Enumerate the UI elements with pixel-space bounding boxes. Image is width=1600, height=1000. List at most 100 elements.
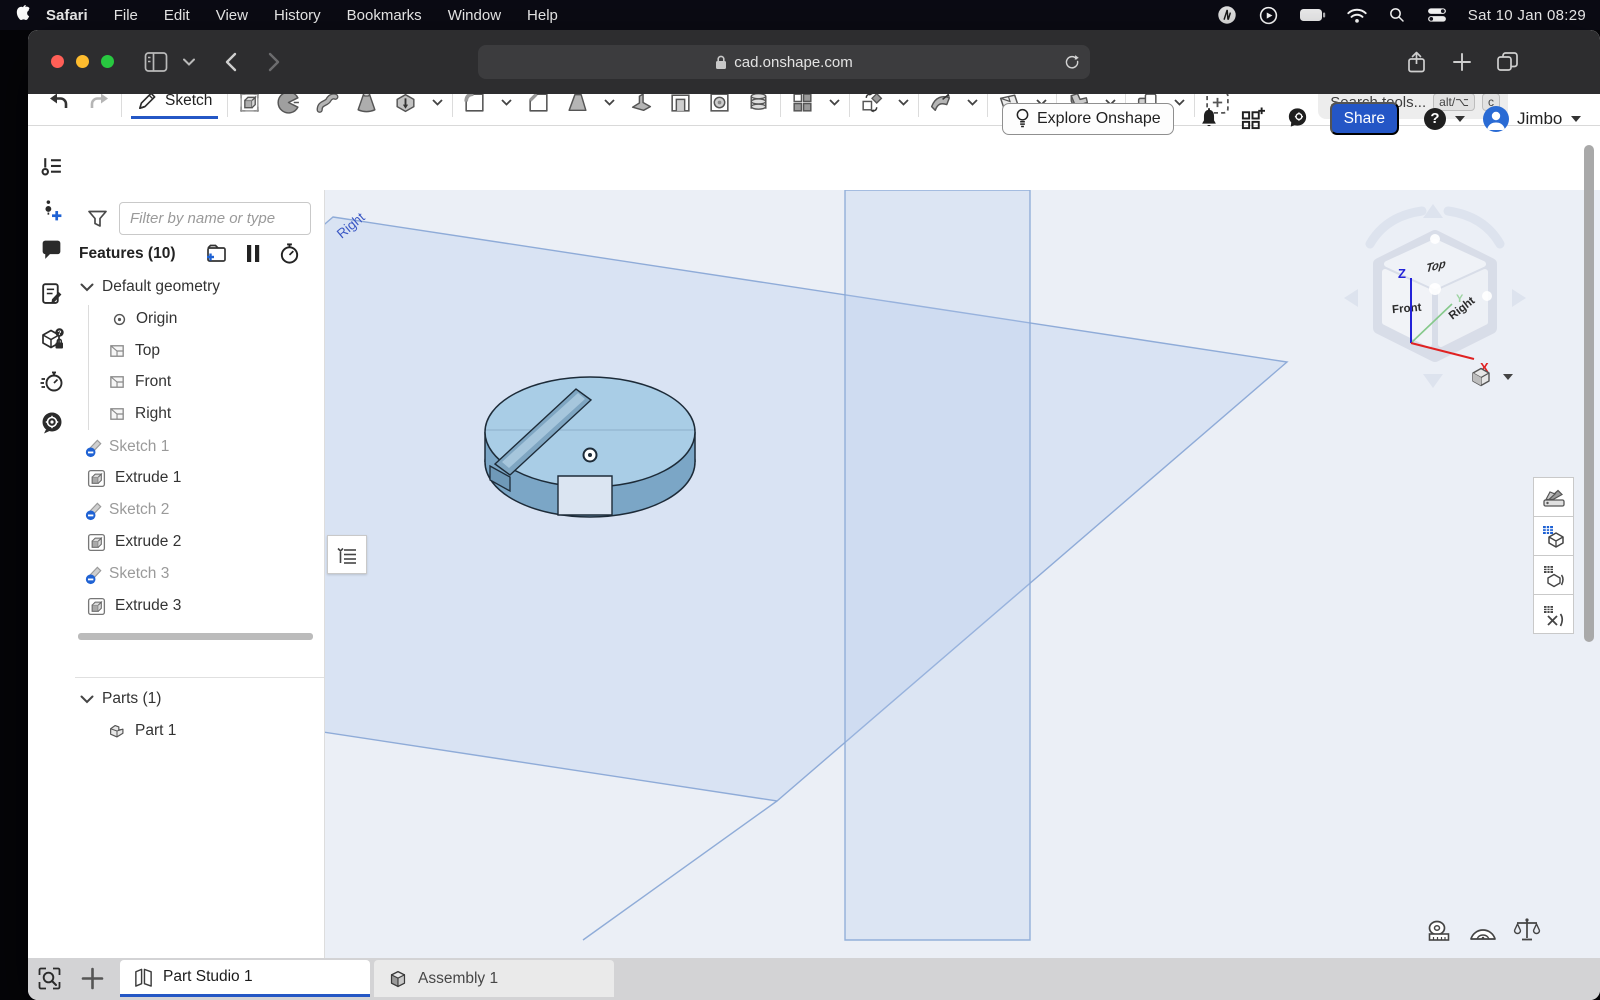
battery-icon[interactable] [1299, 8, 1326, 22]
menubar-item-window[interactable]: Window [448, 7, 501, 24]
tree-item-origin[interactable]: Origin [75, 303, 318, 335]
tree-item-extrude-2[interactable]: Extrude 2 [75, 526, 318, 558]
add-folder-icon[interactable] [203, 243, 228, 265]
chevron-down-icon[interactable] [80, 695, 94, 704]
draft-dropdown-chevron-icon[interactable] [604, 99, 615, 106]
menubar-item-view[interactable]: View [216, 7, 248, 24]
wifi-icon[interactable] [1346, 7, 1368, 24]
menubar-item-bookmarks[interactable]: Bookmarks [347, 7, 422, 24]
address-bar[interactable]: cad.onshape.com [478, 45, 1090, 79]
tree-item-top-plane[interactable]: Top [75, 335, 318, 367]
learning-center-icon[interactable] [1285, 106, 1310, 131]
notes-icon[interactable] [39, 281, 64, 306]
help-caret-icon[interactable] [1455, 116, 1465, 122]
tab-part-studio-1[interactable]: Part Studio 1 [120, 960, 370, 997]
pattern-dropdown-chevron-icon[interactable] [829, 99, 840, 106]
filter-input[interactable] [119, 202, 311, 235]
reload-icon[interactable] [1064, 53, 1080, 70]
tree-item-sketch-2[interactable]: Sketch 2 [75, 494, 318, 526]
appearance-panel-button[interactable] [1533, 477, 1574, 517]
spotlight-search-icon[interactable] [1388, 6, 1406, 24]
permissions-cube-icon[interactable]: ? [39, 326, 65, 352]
tree-item-sketch-3[interactable]: Sketch 3 [75, 558, 318, 590]
view-options-caret-icon[interactable] [1503, 374, 1513, 380]
menubar-clock[interactable]: Sat 10 Jan 08:29 [1468, 7, 1586, 24]
menubar-item-edit[interactable]: Edit [164, 7, 190, 24]
tree-item-extrude-3[interactable]: Extrude 3 [75, 590, 318, 622]
tree-item-part-1[interactable]: Part 1 [75, 715, 318, 747]
menubar-item-file[interactable]: File [114, 7, 138, 24]
view-options-button[interactable] [1468, 364, 1513, 390]
variables-panel-button[interactable] [1533, 594, 1574, 634]
viewport-3d[interactable]: Right Y Top [325, 190, 1600, 958]
new-tab-icon[interactable] [1452, 52, 1472, 72]
comments-icon[interactable] [39, 238, 64, 263]
boss-dropdown-chevron-icon[interactable] [432, 99, 443, 106]
zoom-window-button[interactable] [101, 55, 114, 68]
viewcube-arrow-down[interactable] [1423, 374, 1443, 388]
transform-dropdown-chevron-icon[interactable] [898, 99, 909, 106]
user-caret-icon[interactable] [1571, 116, 1581, 122]
explore-onshape-button[interactable]: Explore Onshape [1002, 103, 1174, 135]
performance-stopwatch-icon[interactable] [39, 368, 65, 394]
parts-section-header[interactable]: Parts (1) [75, 683, 318, 715]
viewcube-arrow-right[interactable] [1512, 289, 1526, 307]
tree-item-front-plane[interactable]: Front [75, 366, 318, 398]
fillet-dropdown-chevron-icon[interactable] [501, 99, 512, 106]
mass-properties-scale-icon[interactable] [1513, 916, 1541, 944]
sidebar-chevron-icon[interactable] [183, 58, 195, 66]
page-scrollbar-thumb[interactable] [1584, 145, 1594, 642]
tree-node-default-geometry[interactable]: Default geometry [75, 271, 318, 303]
surface-dropdown-chevron-icon[interactable] [967, 99, 978, 106]
notifications-bell-icon[interactable] [1198, 107, 1220, 131]
minimize-window-button[interactable] [76, 55, 89, 68]
versions-panel-icon[interactable] [39, 198, 64, 223]
protractor-icon[interactable] [1468, 917, 1498, 944]
forward-button[interactable] [268, 52, 281, 72]
tab-assembly-1[interactable]: Assembly 1 [374, 960, 614, 997]
share-page-icon[interactable] [1406, 51, 1427, 74]
right-plane[interactable] [325, 217, 1287, 801]
menubar-item-safari[interactable]: Safari [46, 7, 88, 24]
control-center-icon[interactable] [1426, 7, 1448, 23]
origin-marker[interactable] [584, 449, 597, 462]
help-icon[interactable]: ? [1423, 107, 1447, 131]
learning-gear-icon[interactable] [39, 410, 65, 436]
configured-features-panel-button[interactable] [1533, 555, 1574, 595]
rollback-stopwatch-icon[interactable] [278, 242, 301, 265]
menubar-item-history[interactable]: History [274, 7, 321, 24]
new-tab-plus-icon[interactable] [80, 966, 105, 991]
feature-panel-toggle-button[interactable] [327, 535, 367, 574]
close-window-button[interactable] [51, 55, 64, 68]
play-status-icon[interactable] [1258, 5, 1279, 26]
part-body[interactable] [485, 377, 695, 517]
tree-item-extrude-1[interactable]: Extrude 1 [75, 462, 318, 494]
user-avatar[interactable] [1483, 106, 1509, 132]
measure-tape-icon[interactable] [1425, 918, 1453, 944]
viewcube-rotate-cw-arrow[interactable] [1448, 211, 1500, 244]
front-plane[interactable] [845, 190, 1030, 940]
menubar-item-help[interactable]: Help [527, 7, 558, 24]
apple-menu-icon[interactable] [16, 5, 33, 25]
tree-item-sketch-1[interactable]: Sketch 1 [75, 431, 318, 463]
search-tabs-icon[interactable] [36, 965, 63, 992]
feature-list-scrollbar[interactable] [78, 633, 313, 640]
configurations-panel-button[interactable] [1533, 516, 1574, 556]
viewcube-rotate-ccw-arrow[interactable] [1370, 211, 1422, 244]
share-button[interactable]: Share [1330, 102, 1399, 135]
back-button[interactable] [224, 52, 237, 72]
sidebar-toggle-icon[interactable] [144, 51, 168, 73]
app-store-grid-icon[interactable] [1240, 106, 1265, 131]
chevron-down-icon[interactable] [80, 283, 94, 292]
user-name[interactable]: Jimbo [1517, 109, 1562, 129]
tab-overview-icon[interactable] [1496, 51, 1519, 73]
tree-item-right-plane[interactable]: Right [75, 398, 318, 430]
status-app-icon[interactable] [1216, 4, 1238, 26]
filter-funnel-icon[interactable] [85, 207, 110, 231]
svg-text:?: ? [58, 330, 62, 337]
feature-list-icon[interactable] [39, 154, 64, 179]
suppress-pause-icon[interactable] [245, 243, 261, 264]
viewcube-front-label[interactable]: Front [1392, 302, 1422, 317]
viewcube-arrow-left[interactable] [1344, 289, 1358, 307]
part-notch[interactable] [558, 476, 612, 515]
